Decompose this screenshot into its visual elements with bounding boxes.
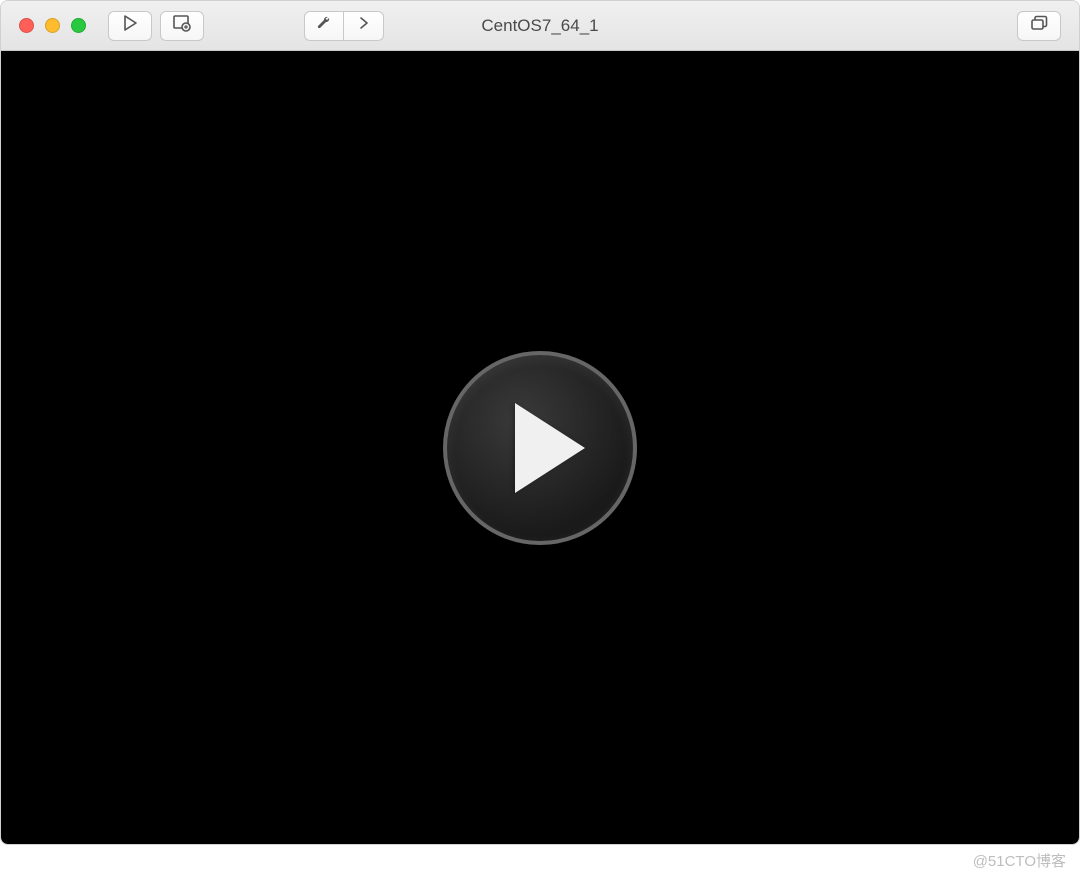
toolbar-mid-group — [304, 11, 384, 41]
next-button[interactable] — [344, 11, 384, 41]
chevron-right-icon — [358, 15, 370, 36]
start-vm-button[interactable] — [108, 11, 152, 41]
close-window-button[interactable] — [19, 18, 34, 33]
stack-icon — [1030, 15, 1048, 36]
minimize-window-button[interactable] — [45, 18, 60, 33]
wrench-icon — [315, 14, 333, 37]
snapshot-button[interactable] — [160, 11, 204, 41]
toolbar-right-group — [1017, 11, 1061, 41]
vm-window: CentOS7_64_1 — [0, 0, 1080, 845]
snapshot-icon — [172, 14, 192, 37]
window-titlebar[interactable]: CentOS7_64_1 — [1, 1, 1079, 51]
watermark-text: @51CTO博客 — [973, 850, 1066, 871]
power-on-vm-button[interactable] — [443, 351, 637, 545]
play-overlay-icon — [515, 403, 585, 493]
vm-display-area[interactable] — [1, 51, 1079, 844]
settings-button[interactable] — [304, 11, 344, 41]
play-icon — [123, 15, 137, 36]
maximize-window-button[interactable] — [71, 18, 86, 33]
window-title: CentOS7_64_1 — [481, 16, 598, 36]
view-mode-button[interactable] — [1017, 11, 1061, 41]
toolbar-left-group — [108, 11, 204, 41]
traffic-lights — [19, 18, 86, 33]
